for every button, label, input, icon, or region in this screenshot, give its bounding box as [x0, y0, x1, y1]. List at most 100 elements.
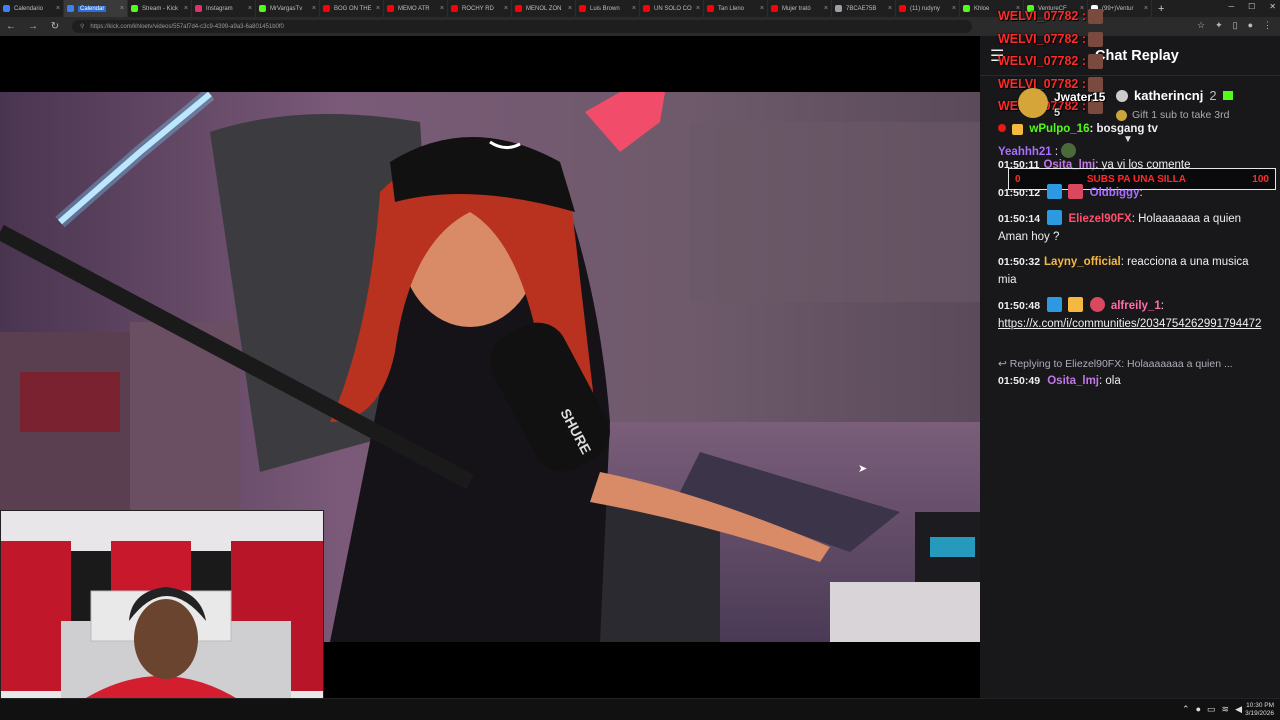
browser-tab[interactable]: Calendar ×: [64, 0, 128, 17]
profile-icon[interactable]: ●: [1248, 20, 1253, 31]
top-gifter-count: 5: [1054, 107, 1061, 119]
browser-tab[interactable]: MEMO ATR ×: [384, 0, 448, 17]
close-tab-icon[interactable]: ×: [120, 5, 124, 12]
volume-icon[interactable]: ◀: [1235, 704, 1242, 715]
browser-tab[interactable]: Calendario ×: [0, 0, 64, 17]
close-tab-icon[interactable]: ×: [1144, 5, 1148, 12]
browser-tab[interactable]: (99+)Ventur ×: [1088, 0, 1152, 17]
youtube-icon: [323, 5, 330, 12]
close-tab-icon[interactable]: ×: [760, 5, 764, 12]
close-tab-icon[interactable]: ×: [184, 5, 188, 12]
close-tab-icon[interactable]: ×: [56, 5, 60, 12]
reply-icon: ↩: [998, 358, 1007, 370]
address-bar-row: ← → ↻ ⚲ https://kick.com/khloetv/videos/…: [0, 17, 1280, 36]
chat-link[interactable]: https://x.com/i/communities/203475426299…: [998, 318, 1261, 330]
close-tab-icon[interactable]: ×: [376, 5, 380, 12]
network-icon[interactable]: ▭: [1207, 704, 1216, 715]
youtube-icon: [643, 5, 650, 12]
emote-icon: [1061, 143, 1077, 158]
maximize-icon[interactable]: ☐: [1248, 2, 1255, 11]
mouse-cursor-icon: ➤: [858, 463, 868, 475]
gift-rank-icon: [1116, 89, 1128, 102]
back-icon[interactable]: ←: [0, 21, 22, 32]
pinned-user[interactable]: wPulpo_16: [1029, 123, 1089, 135]
menu-dots-icon[interactable]: ⋮: [1263, 20, 1272, 31]
browser-tab[interactable]: Luis Brown ×: [576, 0, 640, 17]
chat-username[interactable]: Eliezel90FX: [1068, 213, 1131, 225]
close-tab-icon[interactable]: ×: [1016, 5, 1020, 12]
browser-tab[interactable]: MENOL ZON ×: [512, 0, 576, 17]
chat-username[interactable]: alfreily_1: [1111, 300, 1161, 312]
gift-icon: [1222, 91, 1233, 100]
browser-tab[interactable]: MrVargasTv ×: [256, 0, 320, 17]
sidebar-icon[interactable]: ▯: [1233, 20, 1238, 31]
os-taskbar: ⌃ ● ▭ ≋ ◀ 10:30 PM 3/19/2026: [0, 698, 1280, 720]
chat-message: 01:50:48 alfreily_1: https://x.com/i/com…: [998, 297, 1270, 333]
browser-tab[interactable]: Stream - Kick ×: [128, 0, 192, 17]
gift-promo-text: Gift 1 sub to take 3rd: [1132, 109, 1230, 121]
youtube-icon: [451, 5, 458, 12]
close-tab-icon[interactable]: ×: [312, 5, 316, 12]
close-window-icon[interactable]: ✕: [1269, 2, 1276, 11]
tiktok-icon: [1091, 5, 1098, 12]
forward-icon[interactable]: →: [22, 21, 44, 32]
site-info-icon[interactable]: ⚲: [80, 23, 84, 30]
close-tab-icon[interactable]: ×: [504, 5, 508, 12]
browser-tab-strip: Calendario × Calendar × Stream - Kick × Instag…: [0, 0, 1280, 17]
close-tab-icon[interactable]: ×: [248, 5, 252, 12]
chat-username[interactable]: Oldbiggy: [1090, 187, 1140, 199]
chat-username[interactable]: Layny_official: [1044, 256, 1121, 268]
minimize-icon[interactable]: ─: [1228, 2, 1234, 11]
close-tab-icon[interactable]: ×: [568, 5, 572, 12]
close-tab-icon[interactable]: ×: [696, 5, 700, 12]
chat-menu-icon[interactable]: ☰: [990, 46, 1004, 66]
browser-tab[interactable]: Tan Lleno ×: [704, 0, 768, 17]
extensions-icon[interactable]: ✦: [1215, 20, 1223, 31]
kick-icon: [963, 5, 970, 12]
close-tab-icon[interactable]: ×: [824, 5, 828, 12]
browser-tab[interactable]: BOG ON THE ×: [320, 0, 384, 17]
gift-promo[interactable]: Gift 1 sub to take 3rd: [1116, 109, 1229, 121]
browser-tab[interactable]: Instagram ×: [192, 0, 256, 17]
close-tab-icon[interactable]: ×: [632, 5, 636, 12]
browser-tab[interactable]: Khloe ×: [960, 0, 1024, 17]
browser-tab[interactable]: Mujer trató ×: [768, 0, 832, 17]
wifi-icon[interactable]: ≋: [1222, 704, 1230, 715]
browser-tab[interactable]: (11) rudyny ×: [896, 0, 960, 17]
close-tab-icon[interactable]: ×: [888, 5, 892, 12]
url-field[interactable]: ⚲ https://kick.com/khloetv/videos/557af7…: [72, 20, 972, 33]
reply-text: Replying to Eliezel90FX: Holaaaaaaa a qu…: [1009, 358, 1233, 370]
browser-tab[interactable]: 7BCAE75B ×: [832, 0, 896, 17]
chevron-up-icon[interactable]: ⌃: [1182, 704, 1190, 715]
tab-label: Luis Brown: [590, 5, 620, 12]
system-tray: ⌃ ● ▭ ≋ ◀: [1182, 704, 1242, 715]
youtube-icon: [899, 5, 906, 12]
reply-context[interactable]: ↩ Replying to Eliezel90FX: Holaaaaaaa a …: [998, 356, 1270, 374]
pinned-message: wPulpo_16: bosgang tv: [998, 121, 1270, 139]
live-dot-icon: [998, 124, 1006, 132]
star-icon[interactable]: ☆: [1197, 20, 1205, 31]
sub-goal-label: SUBS PA UNA SILLA: [1086, 173, 1186, 185]
chat-username[interactable]: Osita_lmj: [1047, 375, 1099, 387]
gift-crown-icon: [1018, 88, 1048, 118]
leader-count: 2: [1209, 88, 1217, 103]
new-tab-button[interactable]: +: [1152, 3, 1170, 15]
tab-label: Calendario: [14, 5, 44, 12]
clock-time: 10:30 PM: [1246, 702, 1274, 709]
browser-tab[interactable]: UN SOLO CO ×: [640, 0, 704, 17]
browser-tab[interactable]: VentureCF ×: [1024, 0, 1088, 17]
tab-label: Mujer trató: [782, 5, 811, 12]
instagram-icon: [195, 5, 202, 12]
taskbar-clock[interactable]: 10:30 PM 3/19/2026: [1245, 702, 1274, 718]
youtube-icon: [579, 5, 586, 12]
tab-label: (11) rudyny: [910, 5, 940, 12]
tab-label: MEMO ATR: [398, 5, 430, 12]
youtube-icon: [707, 5, 714, 12]
browser-tab[interactable]: ROCHY RD ×: [448, 0, 512, 17]
close-tab-icon[interactable]: ×: [440, 5, 444, 12]
close-tab-icon[interactable]: ×: [1080, 5, 1084, 12]
tab-label: 7BCAE75B: [846, 5, 877, 12]
reload-icon[interactable]: ↻: [44, 21, 66, 32]
microphone-icon[interactable]: ●: [1196, 704, 1201, 715]
close-tab-icon[interactable]: ×: [952, 5, 956, 12]
